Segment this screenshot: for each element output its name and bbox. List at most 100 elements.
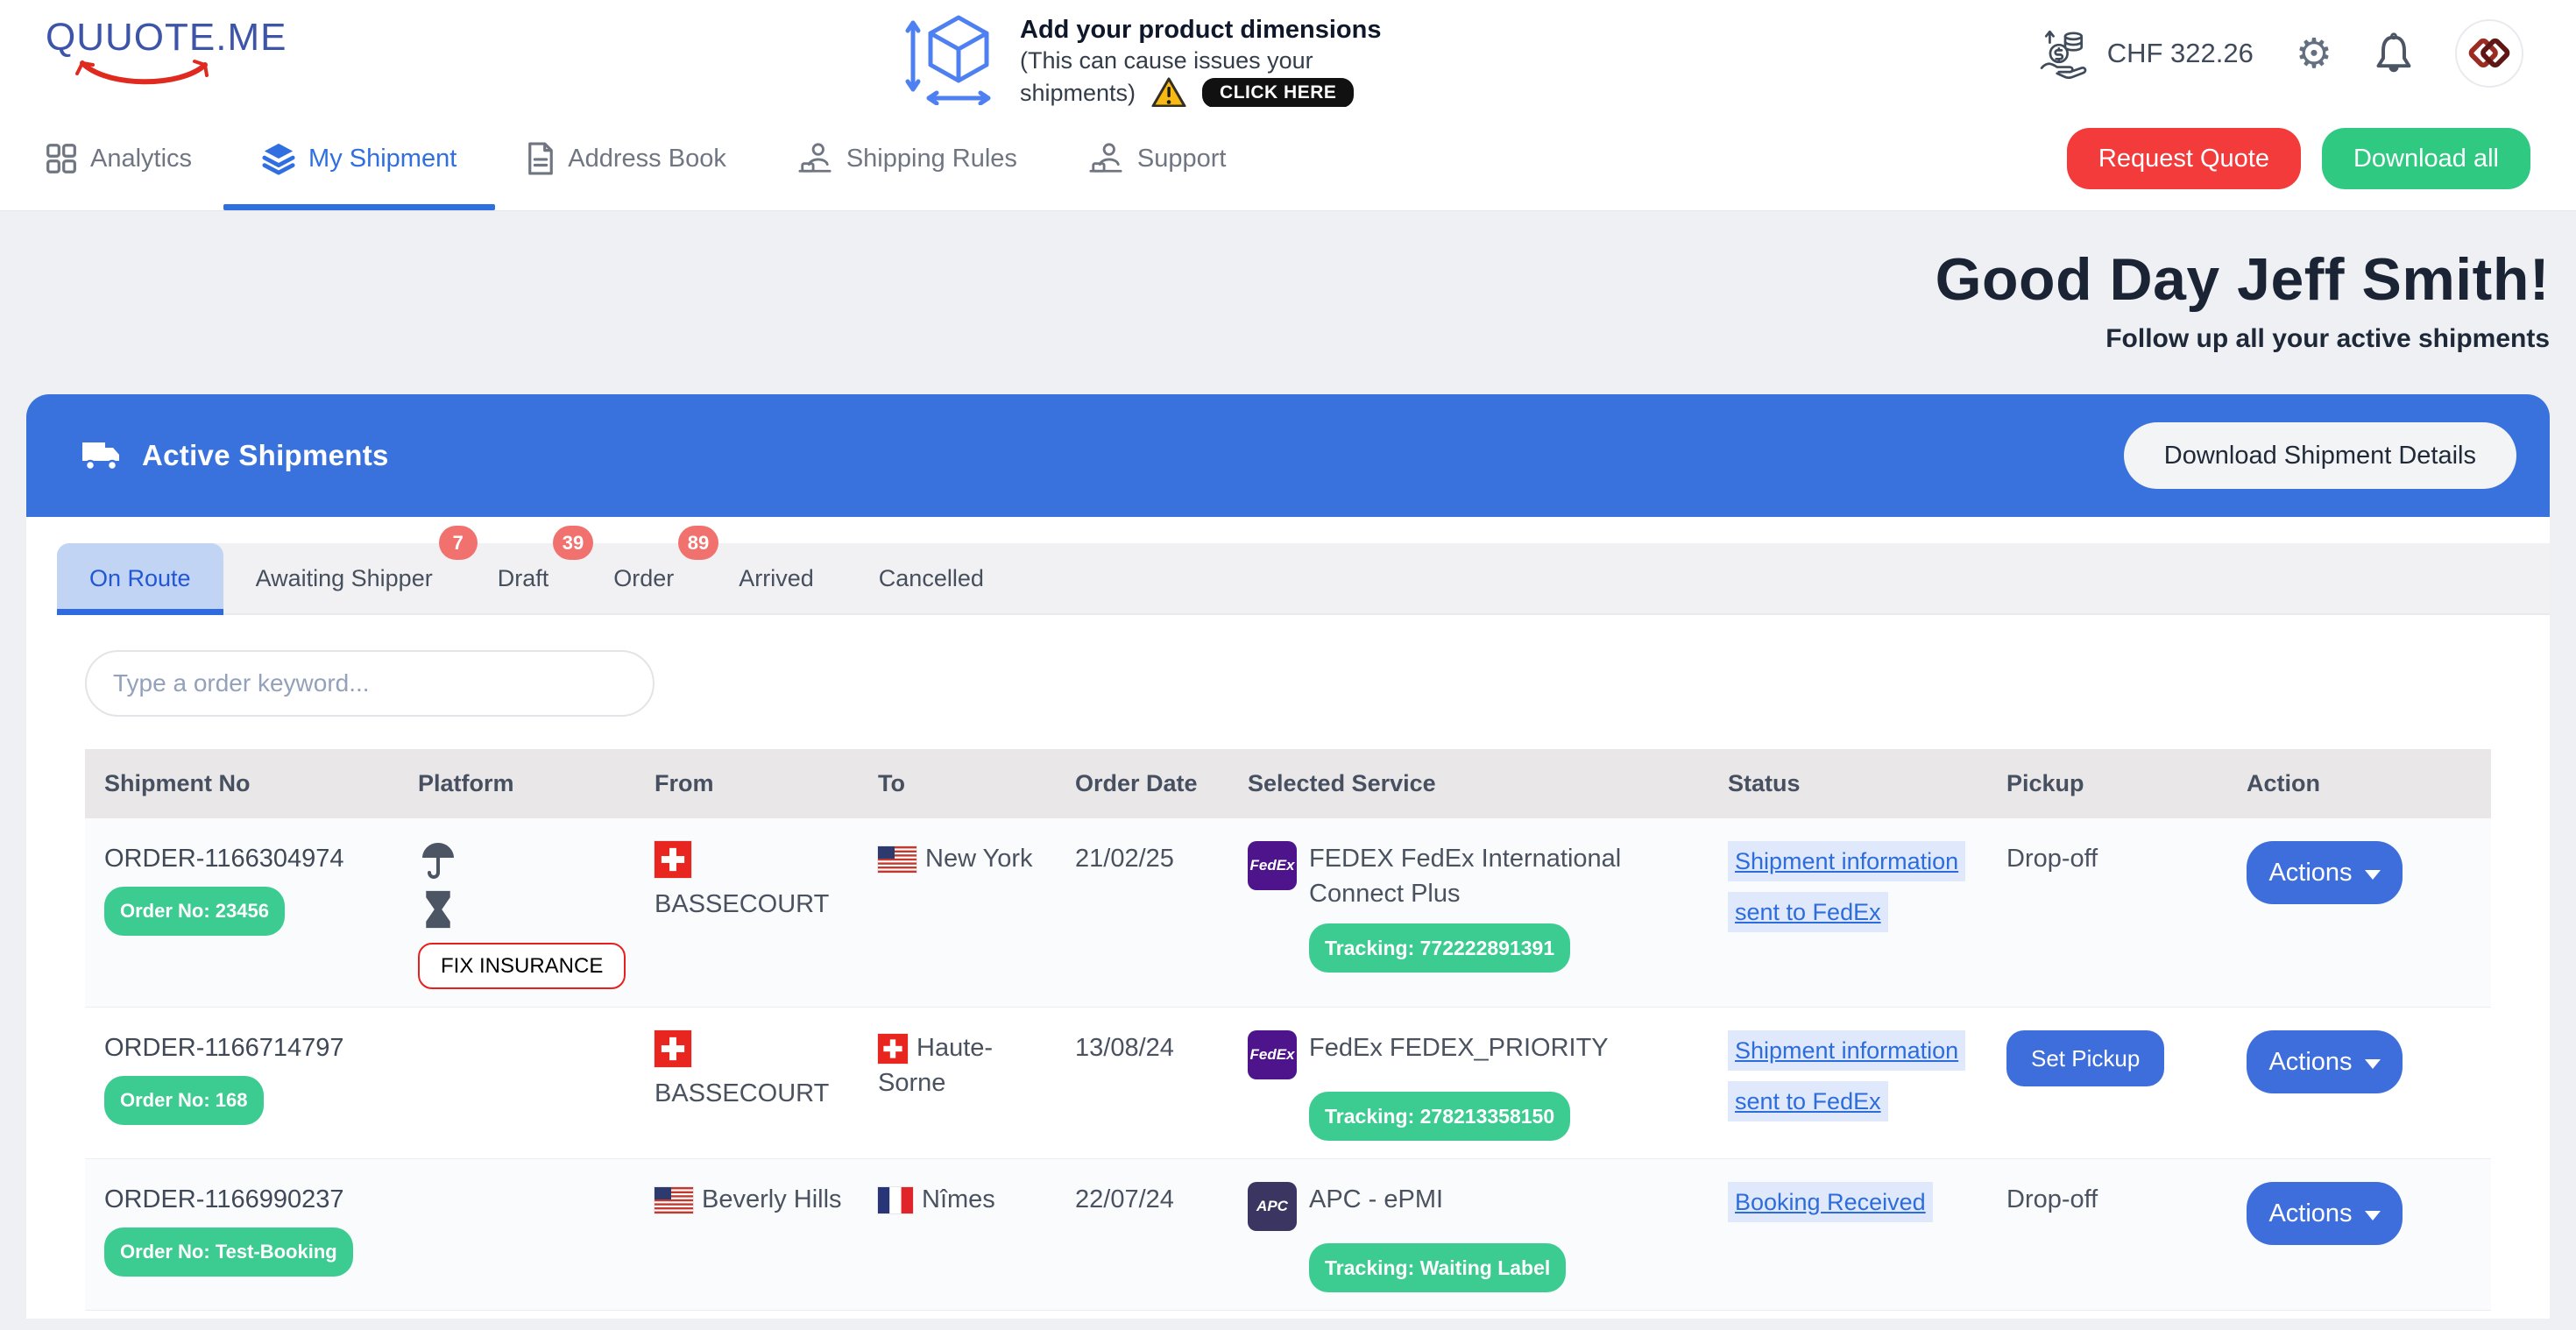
carrier-logo-fedex: FedEx — [1248, 1030, 1297, 1079]
notice-text: Add your product dimensions (This can ca… — [1020, 7, 1381, 110]
download-all-button[interactable]: Download all — [2322, 128, 2530, 189]
tab-on-route[interactable]: On Route — [57, 543, 223, 613]
service-name: FEDEX FedEx International Connect Plus — [1309, 841, 1677, 911]
actions-button[interactable]: Actions — [2247, 1182, 2403, 1245]
layers-icon — [262, 142, 295, 175]
column-header: Status — [1709, 770, 1987, 797]
request-quote-button[interactable]: Request Quote — [2067, 128, 2301, 189]
tab-order[interactable]: Order 89 — [581, 543, 706, 613]
from-city: Beverly Hills — [702, 1185, 842, 1213]
click-here-button[interactable]: CLICK HERE — [1202, 78, 1354, 108]
tab-label: Awaiting Shipper — [256, 565, 433, 592]
table-row: ORDER-1166714797 Order No: 168 BASSECOUR… — [85, 1008, 2491, 1159]
nav-item-support[interactable]: Support — [1087, 107, 1227, 210]
tab-label: Draft — [498, 565, 549, 592]
logo[interactable]: QUUOTE.ME — [46, 16, 287, 89]
nav-label: Analytics — [90, 145, 192, 173]
tracking-badge: Tracking: 772222891391 — [1309, 923, 1570, 973]
chevron-down-icon — [2365, 1211, 2381, 1220]
order-no-badge: Order No: 168 — [104, 1076, 264, 1125]
tracking-badge: Tracking: Waiting Label — [1309, 1243, 1566, 1292]
tab-arrived[interactable]: Arrived — [706, 543, 846, 613]
umbrella-icon — [420, 841, 456, 881]
pickup-type: Drop-off — [1987, 818, 2227, 1007]
to-city: New York — [925, 845, 1033, 873]
actions-button[interactable]: Actions — [2247, 1030, 2403, 1093]
status-link[interactable]: sent to FedEx — [1728, 892, 1888, 932]
document-icon — [527, 142, 555, 175]
status-link[interactable]: Booking Received — [1728, 1182, 1933, 1222]
actions-label: Actions — [2268, 1199, 2352, 1228]
user-avatar[interactable] — [2455, 19, 2523, 88]
product-dimensions-notice: Add your product dimensions (This can ca… — [904, 7, 1381, 110]
tab-label: Cancelled — [879, 565, 984, 592]
column-header: Platform — [399, 770, 635, 797]
carrier-logo-apc: APC — [1248, 1182, 1297, 1231]
order-date: 22/07/24 — [1056, 1159, 1228, 1310]
united-states-flag-icon — [878, 846, 916, 873]
tab-label: Order — [613, 565, 674, 592]
header-actions: CHF 322.26 ⚙ — [2039, 0, 2523, 107]
chevron-down-icon — [2365, 870, 2381, 880]
column-header: From — [635, 770, 859, 797]
nav-label: Address Book — [568, 145, 726, 173]
table-row: ORDER-1166990237 Order No: Test-Booking … — [85, 1159, 2491, 1311]
fix-insurance-button[interactable]: FIX INSURANCE — [418, 943, 626, 989]
status-link[interactable]: Shipment information — [1728, 1030, 1965, 1071]
cube-dimensions-icon — [904, 7, 995, 105]
carrier-logo-fedex: FedEx — [1248, 841, 1297, 890]
grid-icon — [46, 143, 77, 174]
app-root: QUUOTE.ME Add your product dimensions (T… — [0, 0, 2576, 1330]
actions-label: Actions — [2268, 859, 2352, 888]
top-header: QUUOTE.ME Add your product dimensions (T… — [0, 0, 2576, 107]
notice-line-2: shipments) — [1020, 78, 1136, 109]
truck-icon — [81, 439, 123, 472]
status-link[interactable]: Shipment information — [1728, 841, 1965, 881]
column-header: Shipment No — [85, 770, 399, 797]
tab-awaiting-shipper[interactable]: Awaiting Shipper 7 — [223, 543, 465, 613]
order-date: 13/08/24 — [1056, 1008, 1228, 1158]
shipments-table: Shipment No Platform From To Order Date … — [85, 749, 2491, 1319]
actions-button[interactable]: Actions — [2247, 841, 2403, 904]
greeting-heading: Good Day Jeff Smith! — [0, 245, 2550, 314]
shipment-number: ORDER-1166714797 — [104, 1030, 390, 1065]
to-city: Nîmes — [922, 1185, 995, 1213]
active-shipments-header: Active Shipments Download Shipment Detai… — [26, 394, 2550, 517]
switzerland-flag-icon — [655, 1030, 691, 1067]
nav-label: Shipping Rules — [846, 145, 1017, 173]
pickup-type: Drop-off — [1987, 1311, 2227, 1319]
shipment-number: ORDER-1166304974 — [104, 841, 390, 876]
tracking-badge: Tracking: 278213358150 — [1309, 1092, 1570, 1141]
nav-item-my-shipment[interactable]: My Shipment — [262, 107, 456, 210]
order-keyword-search-input[interactable] — [85, 650, 655, 717]
notifications-bell-icon[interactable] — [2374, 32, 2413, 74]
tab-draft[interactable]: Draft 39 — [465, 543, 582, 613]
status-link[interactable]: sent to FedEx — [1728, 1081, 1888, 1121]
table-row: ORDER-1166150289 Order No: sandboxBookin… — [85, 1311, 2491, 1319]
table-row: ORDER-1166304974 Order No: 23456 FIX INS… — [85, 818, 2491, 1008]
column-header: Action — [2227, 770, 2491, 797]
column-header: Pickup — [1987, 770, 2227, 797]
download-shipment-details-button[interactable]: Download Shipment Details — [2124, 422, 2516, 489]
active-shipments-card: Active Shipments Download Shipment Detai… — [26, 394, 2550, 1319]
column-header: Selected Service — [1228, 770, 1709, 797]
wallet-balance-icon — [2039, 28, 2090, 79]
service-name: APC - ePMI — [1309, 1182, 1443, 1217]
nav-item-address-book[interactable]: Address Book — [527, 107, 726, 210]
tab-cancelled[interactable]: Cancelled — [846, 543, 1016, 613]
notice-line-1: (This can cause issues your — [1020, 46, 1381, 76]
nav-label: Support — [1137, 145, 1227, 173]
hero-section: Good Day Jeff Smith! Follow up all your … — [0, 210, 2576, 394]
set-pickup-button[interactable]: Set Pickup — [2006, 1030, 2164, 1086]
table-header-row: Shipment No Platform From To Order Date … — [85, 749, 2491, 818]
nav-item-shipping-rules[interactable]: Shipping Rules — [796, 107, 1017, 210]
shipment-status-tabs: On Route Awaiting Shipper 7 Draft 39 Ord… — [57, 543, 2550, 615]
nav-item-analytics[interactable]: Analytics — [46, 107, 192, 210]
settings-gear-icon[interactable]: ⚙ — [2296, 33, 2332, 74]
warning-icon — [1151, 76, 1186, 110]
agent-icon — [796, 142, 833, 175]
tab-label: Arrived — [739, 565, 814, 592]
order-date: 22/07/24 — [1056, 1311, 1228, 1319]
notice-title: Add your product dimensions — [1020, 14, 1381, 46]
panel-title: Active Shipments — [142, 439, 389, 472]
